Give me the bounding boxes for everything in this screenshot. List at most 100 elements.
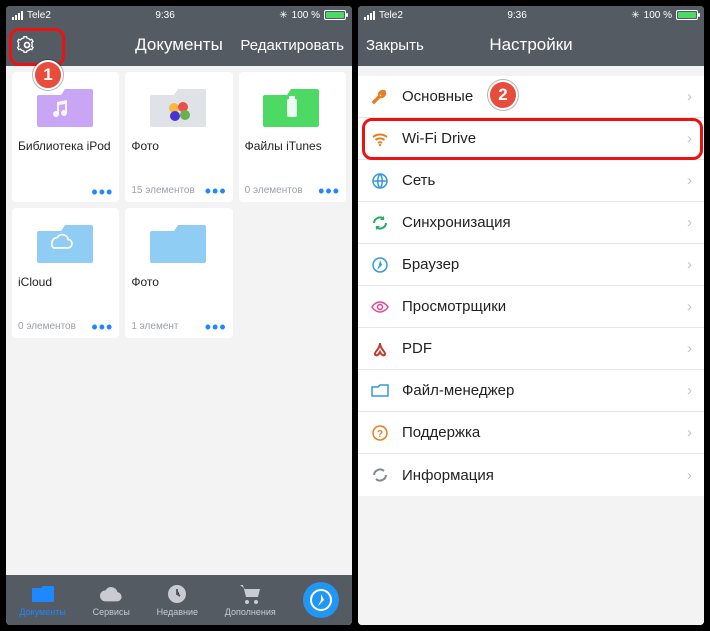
chevron-right-icon: › [687,298,692,315]
battery-icon [324,10,346,20]
more-icon[interactable]: ••• [318,187,340,195]
tab-bar: Документы Сервисы Недавние Дополнения [6,575,352,625]
folder-icon-usb [245,78,340,138]
chevron-right-icon: › [687,424,692,441]
chevron-right-icon: › [687,172,692,189]
chevron-right-icon: › [687,88,692,105]
row-label: Поддержка [402,424,480,441]
folder-name: Библиотека iPod [18,140,113,166]
carrier-label: Tele2 [379,10,403,21]
settings-row-filemgr[interactable]: Файл-менеджер › [358,370,704,412]
signal-icon [12,11,23,20]
tab-label: Дополнения [225,607,276,617]
folder-icon [32,583,54,605]
folder-card[interactable]: iCloud 0 элементов ••• [12,208,119,338]
navbar-settings: Закрыть Настройки [358,24,704,66]
status-bar: Tele2 9:36 ✳︎ 100 % [6,6,352,24]
folder-card[interactable]: Фото 1 элемент ••• [125,208,232,338]
eye-icon [370,297,390,317]
tab-browser[interactable] [303,582,339,618]
callout-badge-1: 1 [33,60,63,90]
chevron-right-icon: › [687,467,692,484]
row-label: Информация [402,467,494,484]
pdf-icon [370,339,390,359]
bluetooth-icon: ✳︎ [279,10,287,21]
callout-badge-2: 2 [488,80,518,110]
row-label: Синхронизация [402,214,511,231]
question-icon: ? [370,423,390,443]
settings-row-wifi[interactable]: Wi-Fi Drive › [358,118,704,160]
more-icon[interactable]: ••• [91,323,113,331]
folder-icon-cloud [18,214,113,274]
cart-icon [239,583,261,605]
folder-sub: 15 элементов [131,185,194,196]
settings-row-info[interactable]: Информация › [358,454,704,496]
clock-icon [166,583,188,605]
screen-settings: Tele2 9:36 ✳︎ 100 % Закрыть Настройки 2 … [358,6,704,625]
folder-name: Файлы iTunes [245,140,340,166]
settings-button[interactable] [14,32,40,58]
settings-list: Основные › Wi-Fi Drive › Сеть › Синхрони… [358,66,704,625]
settings-row-viewers[interactable]: Просмотрщики › [358,286,704,328]
folder-card[interactable]: Файлы iTunes 0 элементов ••• [239,72,346,202]
folder-grid: Библиотека iPod ••• Фото 15 элементов [6,66,352,575]
chevron-right-icon: › [687,340,692,357]
chevron-right-icon: › [687,382,692,399]
more-icon[interactable]: ••• [91,188,113,196]
folder-icon [370,381,390,401]
folder-name: iCloud [18,276,113,302]
settings-row-pdf[interactable]: PDF › [358,328,704,370]
row-label: Браузер [402,256,459,273]
folder-sub: 0 элементов [18,321,76,332]
wrench-icon [370,87,390,107]
folder-card[interactable]: Библиотека iPod ••• [12,72,119,202]
status-time: 9:36 [507,10,526,21]
tab-label: Недавние [157,607,198,617]
folder-name: Фото [131,276,226,302]
row-label: PDF [402,340,432,357]
chevron-right-icon: › [687,130,692,147]
folder-card[interactable]: Фото 15 элементов ••• [125,72,232,202]
screen-documents: Tele2 9:36 ✳︎ 100 % Документы Редактиров… [6,6,352,625]
info-icon [370,465,390,485]
battery-percent: 100 % [644,10,672,21]
tab-label: Сервисы [93,607,130,617]
chevron-right-icon: › [687,256,692,273]
signal-icon [364,11,375,20]
row-label: Файл-менеджер [402,382,514,399]
settings-row-sync[interactable]: Синхронизация › [358,202,704,244]
edit-button[interactable]: Редактировать [240,37,344,54]
bluetooth-icon: ✳︎ [631,10,639,21]
folder-icon-music [18,78,113,138]
gear-icon [17,35,37,55]
battery-percent: 100 % [292,10,320,21]
tab-services[interactable]: Сервисы [93,583,130,617]
refresh-icon [370,213,390,233]
tab-documents[interactable]: Документы [19,583,65,617]
folder-name: Фото [131,140,226,166]
row-label: Сеть [402,172,435,189]
status-bar: Tele2 9:36 ✳︎ 100 % [358,6,704,24]
cloud-icon [100,583,122,605]
more-icon[interactable]: ••• [205,323,227,331]
settings-row-support[interactable]: ? Поддержка › [358,412,704,454]
settings-row-general[interactable]: Основные › [358,76,704,118]
settings-row-browser[interactable]: Браузер › [358,244,704,286]
folder-sub: 1 элемент [131,321,178,332]
settings-row-network[interactable]: Сеть › [358,160,704,202]
tab-label: Документы [19,607,65,617]
more-icon[interactable]: ••• [205,187,227,195]
carrier-label: Tele2 [27,10,51,21]
row-label: Основные [402,88,473,105]
close-button[interactable]: Закрыть [366,37,424,54]
battery-icon [676,10,698,20]
row-label: Просмотрщики [402,298,506,315]
compass-icon [370,255,390,275]
compass-icon [310,589,332,611]
folder-icon-plain [131,214,226,274]
globe-icon [370,171,390,191]
tab-addons[interactable]: Дополнения [225,583,276,617]
chevron-right-icon: › [687,214,692,231]
status-time: 9:36 [155,10,174,21]
tab-recent[interactable]: Недавние [157,583,198,617]
